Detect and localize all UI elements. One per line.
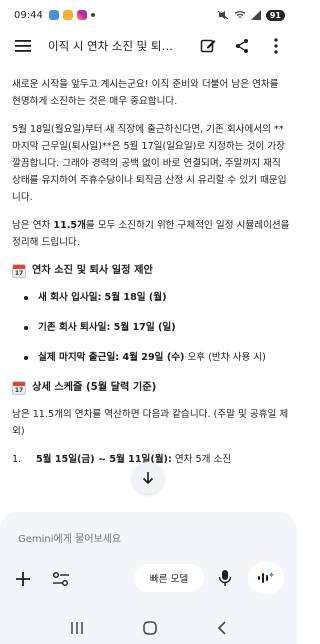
signal-icon (250, 10, 261, 20)
schedule-intro-paragraph: 남은 11.5개의 연차를 역산하면 다음과 같습니다. (주말 및 공휴일 제… (12, 409, 289, 437)
schedule-paragraph: 5월 18일(월요일)부터 새 직장에 출근하신다면, 기존 회사에서의 **마… (12, 124, 287, 203)
live-waveform-icon (258, 572, 275, 583)
list-item: 새 회사 입사일: 5월 18일 (월) (22, 289, 290, 306)
summary-paragraph: 남은 연차 11.5개를 모두 소진하기 위한 구체적인 일정 시뮬레이션을 정… (12, 220, 290, 248)
model-selector[interactable]: 빠른 모델 (134, 564, 204, 592)
status-time: 09:44 (14, 9, 43, 21)
list-item: 실제 마지막 출근일: 4월 29일 (수) 오후 (반차 사용 시) (22, 349, 290, 366)
tools-icon (53, 572, 69, 586)
add-attachment-button[interactable] (12, 568, 34, 590)
live-button[interactable] (248, 562, 284, 594)
arrow-down-icon (142, 472, 154, 485)
sim-icon (48, 10, 59, 20)
mute-icon (217, 10, 229, 20)
app-header: 이직 시 연차 소진 및 퇴사... (0, 30, 297, 62)
system-nav-bar (0, 612, 297, 644)
recent-apps-icon[interactable] (69, 621, 85, 635)
microphone-button[interactable] (213, 566, 237, 590)
microphone-icon (218, 570, 232, 586)
remaining-leave-count: 11.5개 (53, 220, 86, 231)
more-icon[interactable] (265, 35, 287, 57)
chat-title[interactable]: 이직 시 연차 소진 및 퇴사... (48, 38, 178, 54)
intro-paragraph: 새로운 시작을 앞두고 계시는군요! 이직 준비와 더불어 남은 연차를 현명하… (12, 79, 279, 107)
notification-dot-icon (90, 13, 95, 17)
status-bar: 09:44 91 (0, 0, 297, 30)
calendar-icon: 17 (12, 263, 26, 278)
edit-icon[interactable] (197, 35, 219, 57)
wifi-icon (234, 11, 246, 19)
scroll-down-button[interactable] (132, 462, 164, 494)
input-panel: Gemini에게 물어보세요 빠른 모델 (0, 512, 297, 612)
app-icon (62, 10, 73, 20)
section-heading-proposal: 17 연차 소진 및 퇴사 일정 제안 (12, 262, 290, 279)
plus-icon (16, 572, 30, 586)
home-icon[interactable] (142, 620, 158, 636)
response-content: 새로운 시작을 앞두고 계시는군요! 이직 준비와 더불어 남은 연차를 현명하… (12, 76, 290, 468)
battery-icon: 91 (265, 9, 285, 21)
tools-button[interactable] (50, 568, 72, 590)
back-icon[interactable] (216, 620, 228, 636)
menu-icon[interactable] (12, 35, 34, 57)
section-heading-schedule: 17 상세 스케줄 (5월 달력 기준) (12, 379, 290, 396)
instagram-icon (76, 10, 87, 20)
list-item: 기존 회사 퇴사일: 5월 17일 (일) (22, 319, 290, 336)
share-icon[interactable] (231, 35, 253, 57)
prompt-input[interactable]: Gemini에게 물어보세요 (18, 530, 121, 545)
proposal-list: 새 회사 입사일: 5월 18일 (월) 기존 회사 퇴사일: 5월 17일 (… (12, 289, 290, 366)
calendar-icon: 17 (12, 380, 26, 395)
